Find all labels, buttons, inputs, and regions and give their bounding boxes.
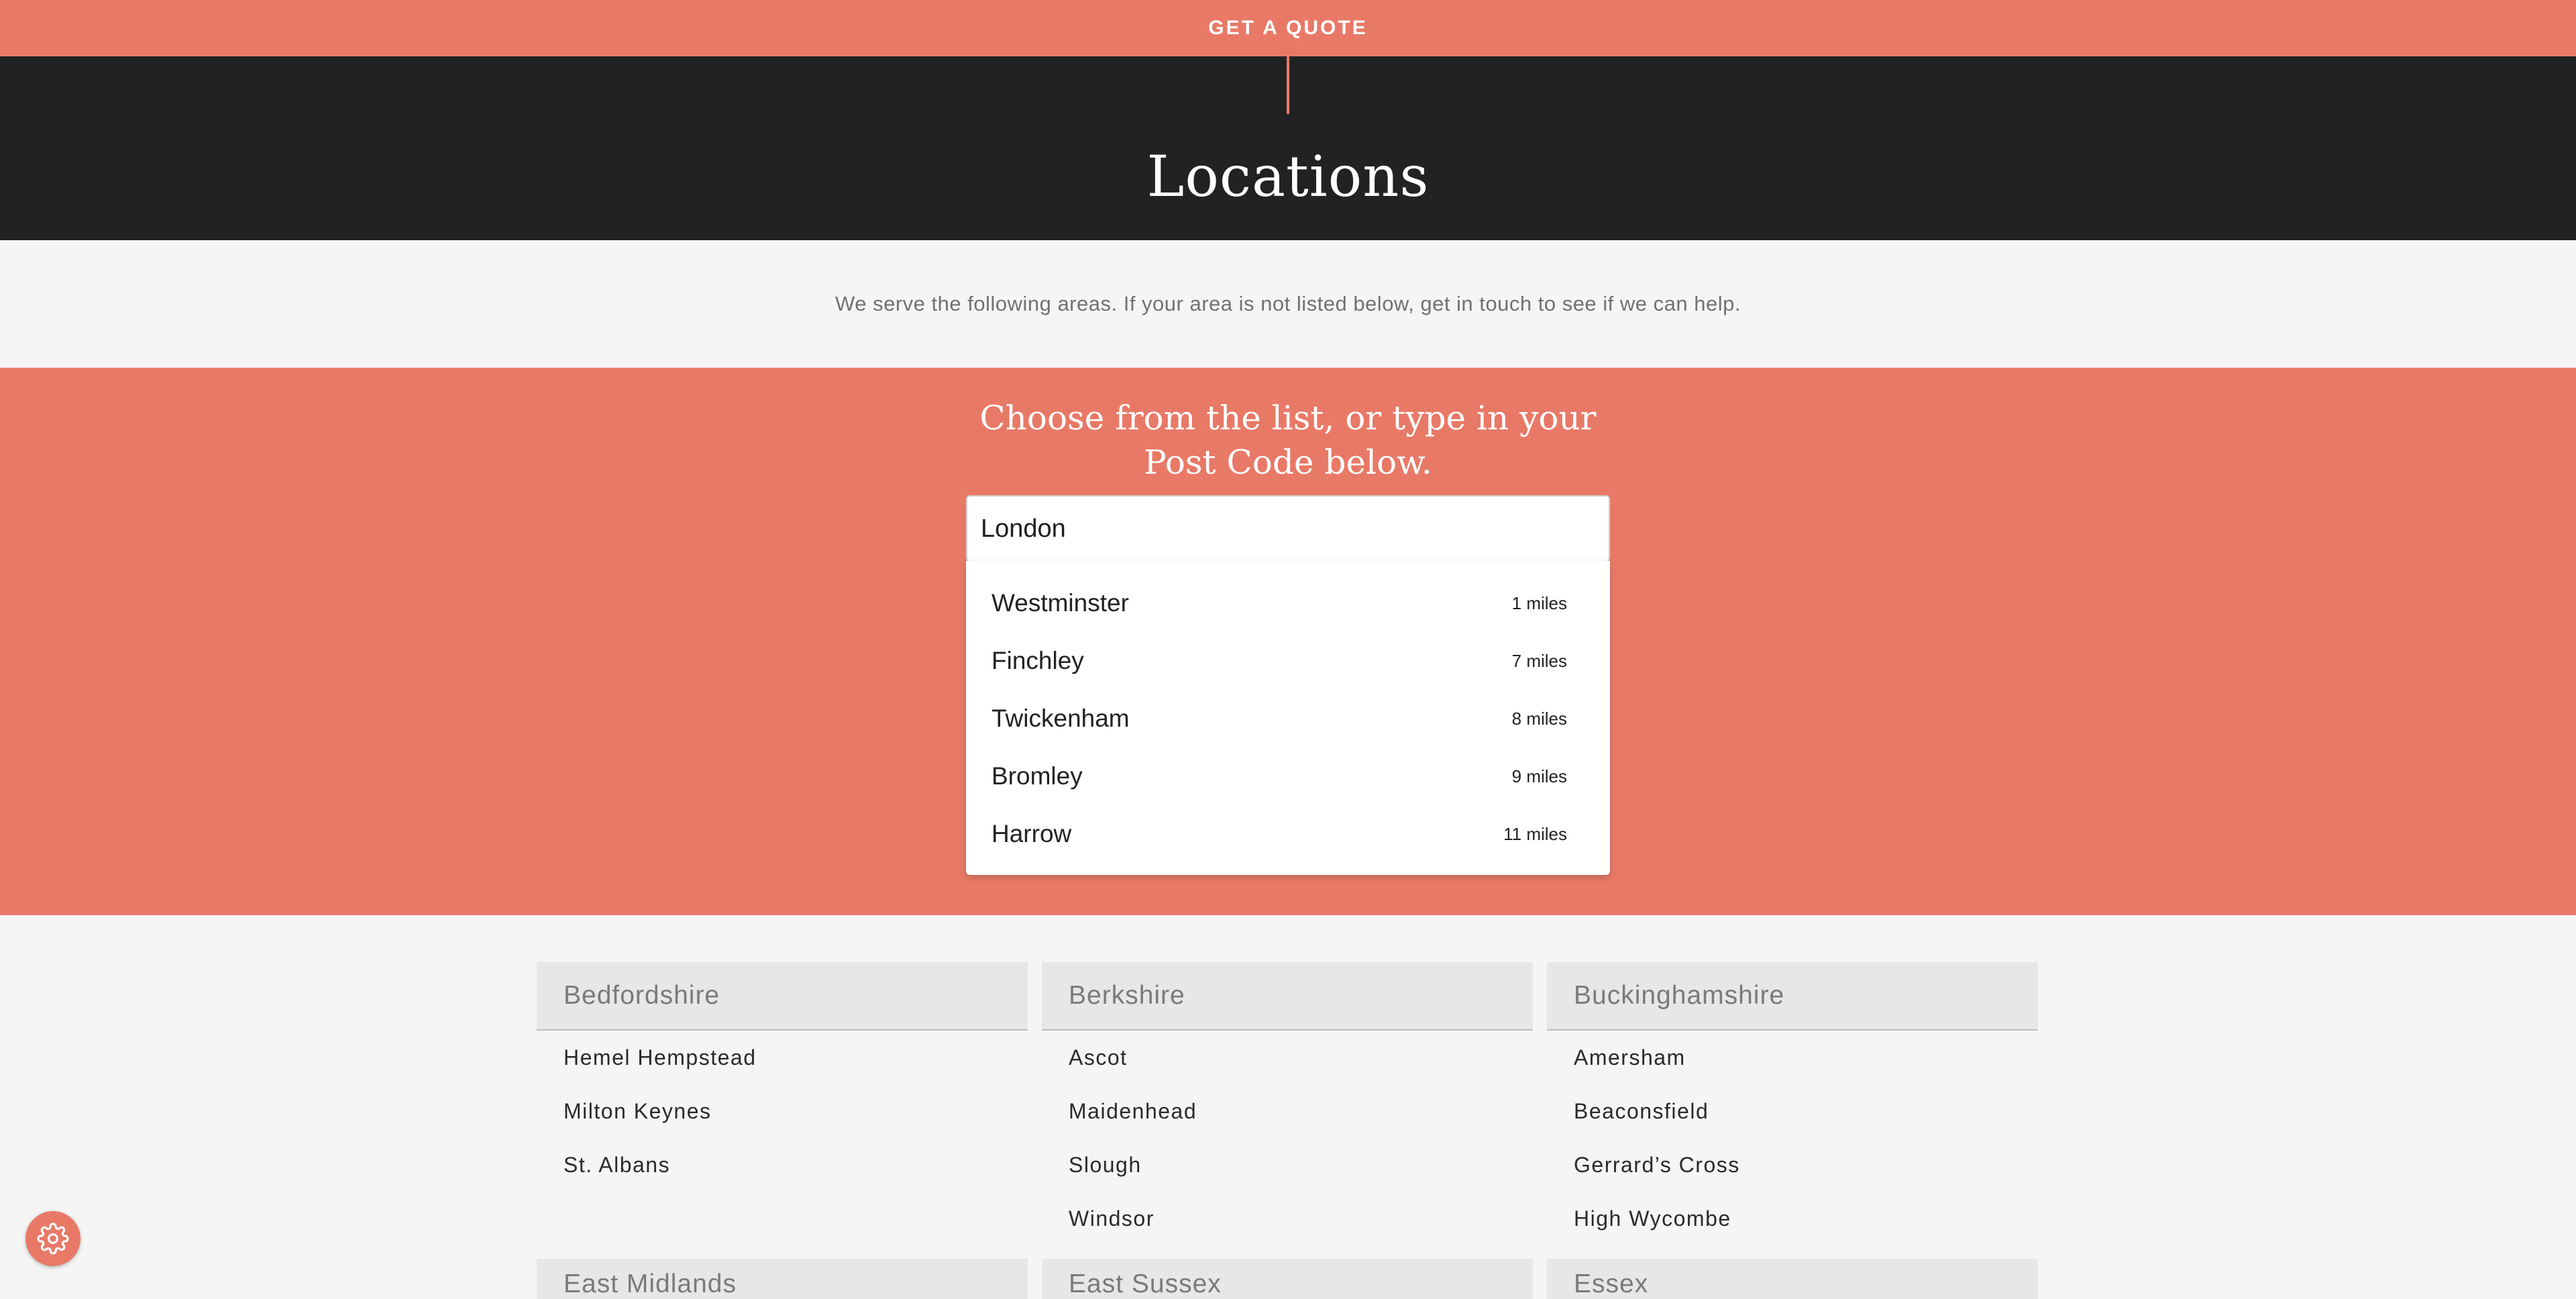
- region-heading: Buckinghamshire: [1547, 962, 2038, 1031]
- region-column-east-sussex: East Sussex: [1042, 1259, 1533, 1299]
- region-column-berkshire: Berkshire Ascot Maidenhead Slough Windso…: [1042, 962, 1533, 1245]
- intro-text: We serve the following areas. If your ar…: [835, 292, 1741, 315]
- region-column-bedfordshire: Bedfordshire Hemel Hempstead Milton Keyn…: [537, 962, 1028, 1192]
- result-name: Harrow: [991, 820, 1072, 847]
- result-item[interactable]: Twickenham 8 miles: [966, 690, 1610, 747]
- result-distance: 7 miles: [1511, 650, 1567, 671]
- town-link[interactable]: High Wycombe: [1547, 1192, 2038, 1245]
- town-link[interactable]: Slough: [1042, 1138, 1533, 1192]
- town-link[interactable]: Ascot: [1042, 1031, 1533, 1084]
- region-heading: East Midlands: [537, 1259, 1028, 1299]
- intro-section: We serve the following areas. If your ar…: [0, 240, 2576, 368]
- result-name: Finchley: [991, 647, 1084, 674]
- search-results-dropdown: Westminster 1 miles Finchley 7 miles Twi…: [966, 561, 1610, 875]
- result-item[interactable]: Westminster 1 miles: [966, 574, 1610, 632]
- town-list: Hemel Hempstead Milton Keynes St. Albans: [537, 1031, 1028, 1192]
- town-link[interactable]: Milton Keynes: [537, 1084, 1028, 1138]
- result-item[interactable]: Harrow 11 miles: [966, 805, 1610, 863]
- result-name: Twickenham: [991, 705, 1130, 732]
- region-heading: Berkshire: [1042, 962, 1533, 1031]
- town-link[interactable]: Maidenhead: [1042, 1084, 1533, 1138]
- town-link[interactable]: Beaconsfield: [1547, 1084, 2038, 1138]
- location-chooser: Choose from the list, or type in your Po…: [0, 368, 2576, 915]
- region-heading: Essex: [1547, 1259, 2038, 1299]
- region-column-east-midlands: East Midlands: [537, 1259, 1028, 1299]
- town-list: Ascot Maidenhead Slough Windsor: [1042, 1031, 1533, 1245]
- region-heading: East Sussex: [1042, 1259, 1533, 1299]
- gear-icon: [37, 1223, 69, 1255]
- region-column-buckinghamshire: Buckinghamshire Amersham Beaconsfield Ge…: [1547, 962, 2038, 1245]
- town-link[interactable]: Hemel Hempstead: [537, 1031, 1028, 1084]
- result-distance: 1 miles: [1511, 592, 1567, 613]
- region-heading: Bedfordshire: [537, 962, 1028, 1031]
- town-link[interactable]: Gerrard’s Cross: [1547, 1138, 2038, 1192]
- hero-banner: Locations: [0, 56, 2576, 240]
- town-link[interactable]: Windsor: [1042, 1192, 1533, 1245]
- result-distance: 11 miles: [1503, 823, 1567, 844]
- result-name: Westminster: [991, 589, 1129, 617]
- postcode-search-input[interactable]: [966, 495, 1610, 562]
- result-item[interactable]: Bromley 9 miles: [966, 747, 1610, 805]
- town-link[interactable]: St. Albans: [537, 1138, 1028, 1192]
- cookie-settings-button[interactable]: [25, 1211, 80, 1266]
- result-name: Bromley: [991, 762, 1083, 790]
- get-a-quote-link[interactable]: GET A QUOTE: [1208, 17, 1367, 40]
- region-column-essex: Essex: [1547, 1259, 2038, 1299]
- accent-divider: [1287, 56, 1289, 114]
- chooser-heading: Choose from the list, or type in your Po…: [979, 399, 1597, 482]
- quote-bar: GET A QUOTE: [0, 0, 2576, 56]
- town-link[interactable]: Amersham: [1547, 1031, 2038, 1084]
- page-title: Locations: [1146, 144, 1430, 209]
- town-list: Amersham Beaconsfield Gerrard’s Cross Hi…: [1547, 1031, 2038, 1245]
- result-distance: 9 miles: [1511, 766, 1567, 786]
- result-item[interactable]: Finchley 7 miles: [966, 632, 1610, 690]
- result-distance: 8 miles: [1511, 708, 1567, 729]
